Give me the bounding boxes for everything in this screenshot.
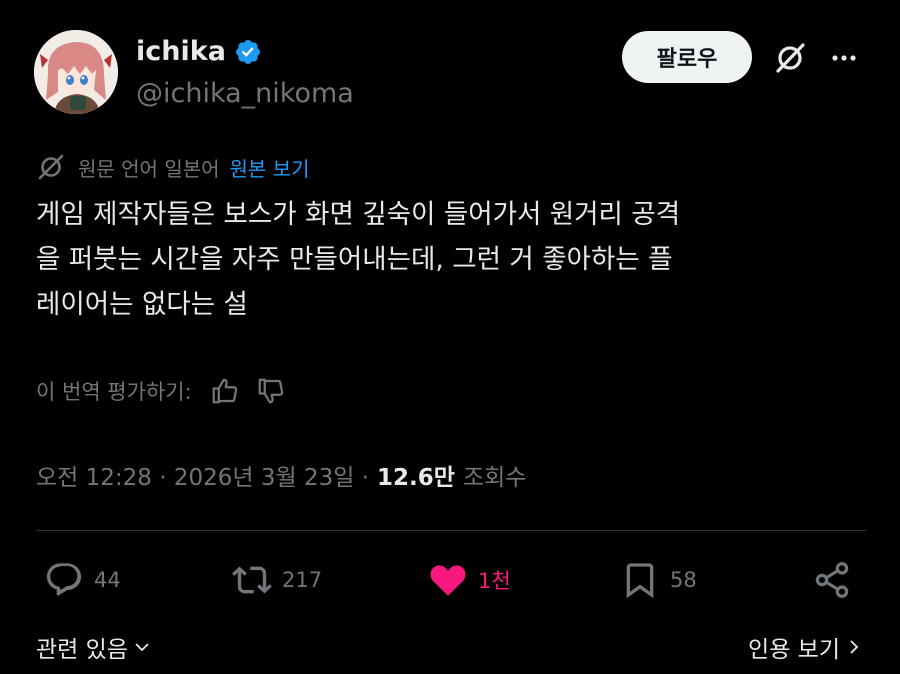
tweet-text: 게임 제작자들은 보스가 화면 깊숙이 들어가서 원거리 공격 을 퍼붓는 시간… [36,192,866,327]
translation-row: 원문 언어 일본어 원본 보기 [36,152,309,182]
repost-icon [232,566,272,594]
grok-icon [38,154,64,180]
tweet-line: 을 퍼붓는 시간을 자주 만들어내는데, 그런 거 좋아하는 플 [36,244,673,275]
timestamp[interactable]: 오전 12:28 · 2026년 3월 23일 · [36,458,369,492]
repost-button[interactable]: 217 [232,560,322,600]
like-count: 1천 [478,569,511,593]
chevron-right-icon [850,640,859,654]
related-link[interactable]: 관련 있음 [36,630,152,664]
rate-translation-row: 이 번역 평가하기: [36,376,286,406]
follow-button[interactable]: 팔로우 [622,31,752,83]
avatar-image [34,30,118,114]
bookmark-button[interactable]: 58 [620,560,697,600]
thumbs-down-icon[interactable] [256,376,286,406]
view-count-label: 조회수 [462,465,527,491]
more-icon[interactable] [828,42,860,74]
related-label: 관련 있음 [36,637,128,663]
tweet-meta: 오전 12:28 · 2026년 3월 23일 · 12.6만 조회수 [36,458,526,492]
repost-count: 217 [282,568,323,592]
share-icon [815,562,849,598]
author-handle[interactable]: @ichika_nikoma [136,78,354,109]
thumbs-up-icon[interactable] [210,376,240,406]
tweet-line: 레이어는 없다는 설 [36,289,248,320]
grok-icon[interactable] [772,40,808,76]
tweet-header: ichika @ichika_nikoma 팔로우 [34,30,874,120]
view-quotes-label: 인용 보기 [748,637,840,663]
reply-count: 44 [94,568,121,592]
show-original-link[interactable]: 원본 보기 [230,153,310,182]
divider [36,530,866,531]
bookmark-count: 58 [670,568,697,592]
tweet-actions: 44 217 1천 58 [36,560,866,608]
name-row: ichika [136,36,262,67]
translation-note: 원문 언어 일본어 [78,156,220,181]
rate-translation-label: 이 번역 평가하기: [36,380,192,404]
reply-button[interactable]: 44 [44,560,121,600]
heart-icon [430,565,466,596]
display-name[interactable]: ichika [136,36,226,67]
view-count: 12.6만 [377,465,455,491]
bookmark-icon [626,563,654,599]
like-button[interactable]: 1천 [428,560,511,600]
chevron-down-icon [135,643,149,652]
avatar[interactable] [34,30,118,114]
view-quotes-link[interactable]: 인용 보기 [748,630,864,664]
share-button[interactable] [812,560,862,600]
reply-icon [46,563,82,596]
verified-badge-icon [235,39,260,64]
tweet-line: 게임 제작자들은 보스가 화면 깊숙이 들어가서 원거리 공격 [36,199,681,230]
